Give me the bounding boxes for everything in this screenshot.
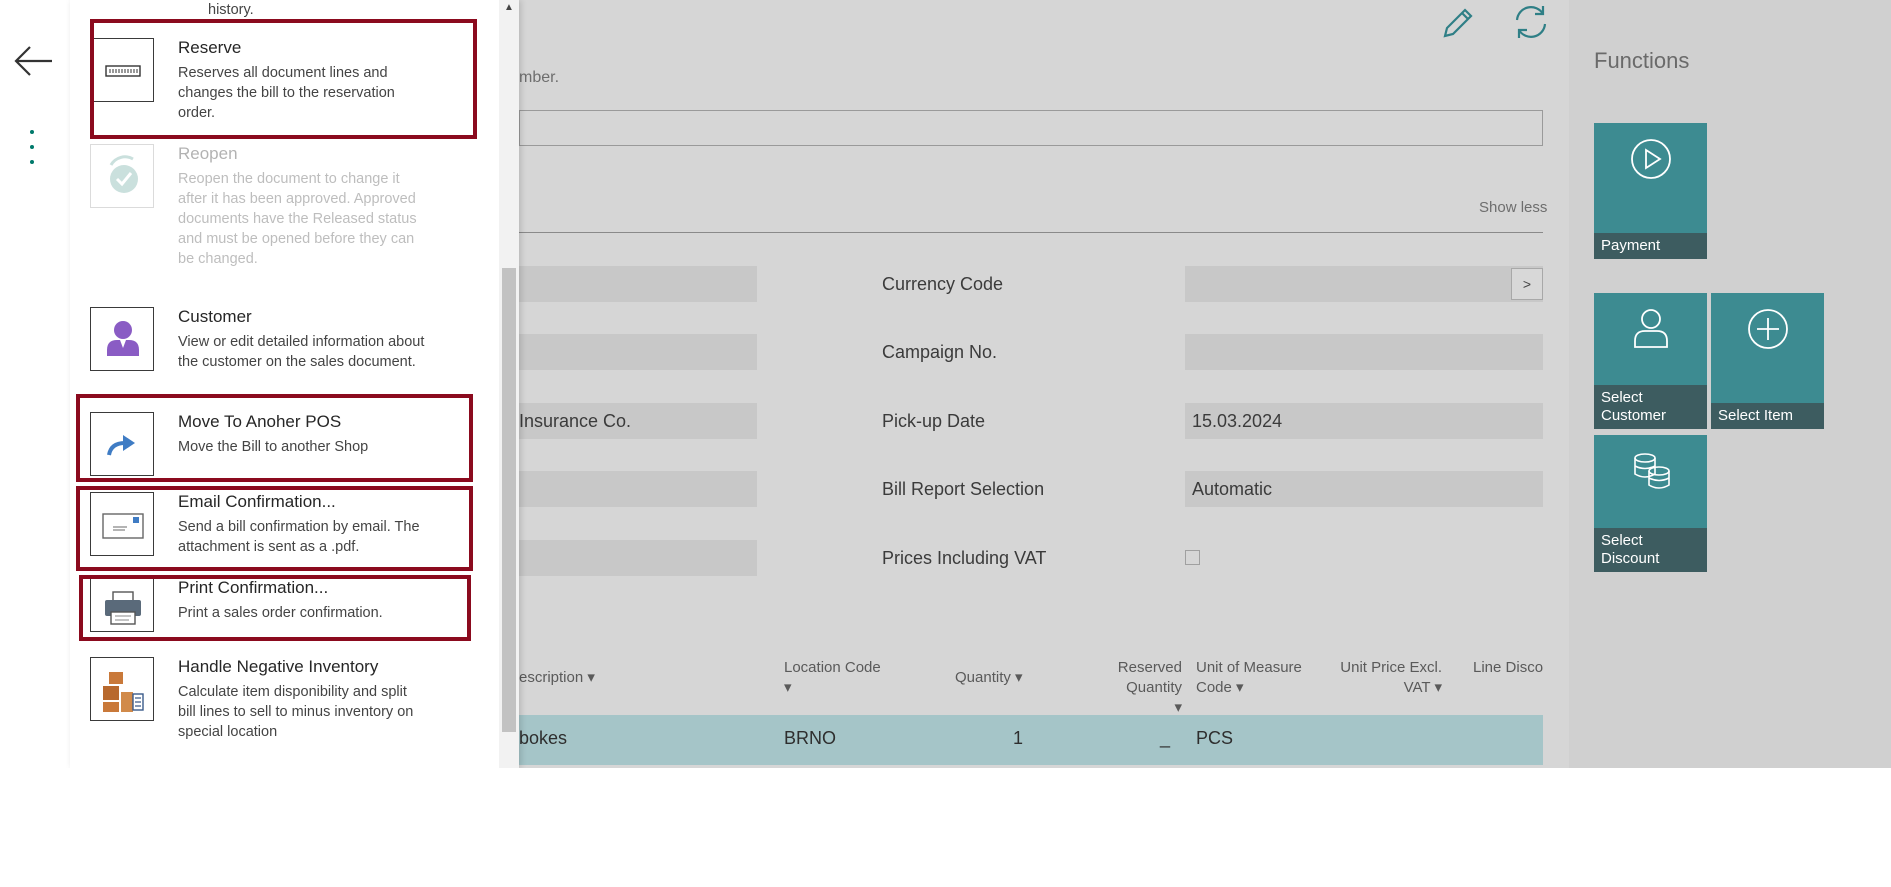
email-icon [90,492,154,556]
print-confirmation-title: Print Confirmation... [178,578,329,597]
select-customer-tile-label: Select Customer [1594,385,1707,429]
pickup-date-label: Pick-up Date [882,411,986,431]
show-less-link[interactable]: Show less [1479,199,1547,216]
inventory-icon [90,657,154,721]
col-reserved-quantity[interactable]: Reserved Quantity ▾ [1060,658,1182,718]
customer-description: View or edit detailed information about … [178,334,425,370]
bill-report-selection-label: Bill Report Selection [882,479,1045,499]
handle-negative-inventory-title: Handle Negative Inventory [178,657,379,676]
cell-location: BRNO [784,728,837,748]
left-field-3[interactable]: Insurance Co. [519,403,757,439]
col-quantity[interactable]: Quantity ▾ [955,668,1023,688]
col-description[interactable]: escription ▾ [519,668,595,688]
customer-icon [90,307,154,371]
prices-incl-vat-checkbox[interactable] [1185,550,1200,565]
email-confirmation-action[interactable]: Email Confirmation... Send a bill confir… [90,492,470,556]
customer-title: Customer [178,307,252,326]
bill-report-selection-value: Automatic [1192,479,1273,499]
left-field-1[interactable] [519,266,757,302]
actions-flyout: history. Reserve Reserves all document l… [70,0,519,768]
bill-report-selection-input[interactable]: Automatic [1185,471,1543,507]
coins-icon [1633,453,1670,489]
pickup-date-input[interactable]: 15.03.2024 [1185,403,1543,439]
cell-uom: PCS [1196,728,1234,748]
email-confirmation-description: Send a bill confirmation by email. The a… [178,519,420,555]
app-window: mber. Show less Insurance Co. Currency C… [0,0,1891,768]
left-nav [0,0,70,768]
left-field-5[interactable] [519,540,757,576]
pickup-date-value: 15.03.2024 [1192,411,1283,431]
email-confirmation-title: Email Confirmation... [178,492,336,511]
hint-text: mber. [519,69,560,86]
prices-incl-vat-label: Prices Including VAT [882,548,1047,568]
col-location-code[interactable]: Location Code ▾ [784,658,894,698]
section-divider [519,232,1543,233]
left-field-3-value: Insurance Co. [519,411,632,431]
reserve-description: Reserves all document lines and changes … [178,65,395,121]
select-discount-tile[interactable]: Select Discount [1594,435,1707,572]
pencil-icon[interactable] [1437,2,1477,42]
currency-code-label: Currency Code [882,274,1004,294]
vertical-ellipsis-icon[interactable] [22,130,42,178]
col-line-discount[interactable]: Line Discou [1473,658,1543,678]
person-icon [1633,309,1668,348]
select-item-tile[interactable]: Select Item [1711,293,1824,429]
back-arrow-icon[interactable] [10,38,56,84]
flyout-scrollbar-thumb[interactable] [502,268,516,732]
left-field-2[interactable] [519,334,757,370]
reopen-icon [90,144,154,208]
reopen-action: Reopen Reopen the document to change it … [90,144,470,294]
cell-quantity: 1 [1013,728,1024,748]
payment-tile-label: Payment [1594,233,1707,259]
general-input[interactable] [519,110,1543,146]
customer-action[interactable]: Customer View or edit detailed informati… [90,307,470,395]
printer-icon [90,578,154,632]
plus-circle-icon [1747,309,1788,349]
print-confirmation-description: Print a sales order confirmation. [178,605,383,621]
currency-lookup-button[interactable]: > [1511,268,1543,300]
handle-negative-inventory-description: Calculate item disponibility and split b… [178,684,414,740]
reserve-action[interactable]: Reserve Reserves all document lines and … [90,38,470,121]
reopen-description: Reopen the document to change it after i… [178,171,417,267]
scroll-up-icon[interactable]: ▲ [504,2,514,13]
payment-tile[interactable]: Payment [1594,123,1707,259]
table-row[interactable]: bokes BRNO 1 _ PCS [519,715,1543,765]
select-customer-tile[interactable]: Select Customer [1594,293,1707,429]
move-to-another-pos-action[interactable]: Move To Anoher POS Move the Bill to anot… [90,412,470,476]
move-to-another-pos-title: Move To Anoher POS [178,412,342,431]
campaign-no-label: Campaign No. [882,342,998,362]
campaign-no-input[interactable] [1185,334,1543,370]
reopen-title: Reopen [178,144,238,163]
move-to-another-pos-description: Move the Bill to another Shop [178,439,369,455]
select-discount-tile-label: Select Discount [1594,528,1707,572]
select-item-tile-label: Select Item [1711,403,1824,429]
handle-negative-inventory-action[interactable]: Handle Negative Inventory Calculate item… [90,657,470,747]
cell-description: bokes [519,728,568,748]
col-unit-of-measure[interactable]: Unit of Measure Code ▾ [1196,658,1308,698]
currency-code-input[interactable] [1185,266,1543,302]
refresh-icon[interactable] [1511,2,1551,42]
print-confirmation-action[interactable]: Print Confirmation... Print a sales orde… [90,578,470,638]
reserve-title: Reserve [178,38,242,57]
move-arrow-icon [90,412,154,476]
previous-action-description-fragment: history. [208,2,254,18]
col-unit-price[interactable]: Unit Price Excl. VAT ▾ [1330,658,1442,698]
left-field-4[interactable] [519,471,757,507]
reserve-icon [90,38,154,102]
cell-reserved: _ [1160,728,1171,748]
play-circle-icon [1630,139,1671,179]
functions-title: Functions [1594,48,1690,73]
